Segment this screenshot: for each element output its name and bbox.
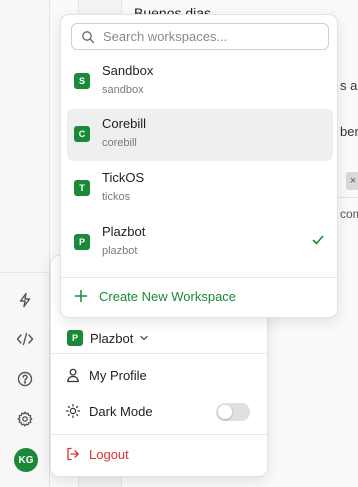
settings-icon[interactable] [15,409,35,429]
plus-icon [74,289,88,303]
workspace-item-plazbot[interactable]: P Plazbot plazbot [67,217,333,269]
create-workspace-label: Create New Workspace [99,288,237,304]
workspace-slug: corebill [102,137,137,149]
divider [51,434,267,435]
workspace-switcher[interactable]: P Plazbot [67,329,149,347]
toggle-knob [218,405,232,419]
dark-mode-item[interactable]: Dark Mode [65,401,153,421]
workspace-name: Plazbot [102,224,146,239]
logout-item[interactable]: Logout [65,444,129,464]
divider [51,353,267,354]
close-icon[interactable]: × [346,172,358,190]
divider [61,277,337,278]
workspace-badge: S [74,73,90,89]
user-icon [67,368,79,383]
workspace-switcher-label: Plazbot [90,330,134,346]
workspace-slug: tickos [102,191,131,203]
sun-icon [65,403,81,419]
workspace-badge: P [67,330,83,346]
create-workspace-button[interactable]: Create New Workspace [73,286,236,306]
sidebar-rail: KG [0,0,50,487]
search-icon [82,30,95,43]
workspace-badge: T [74,180,90,196]
workspace-search[interactable] [71,23,329,50]
workspace-badge: P [74,234,90,250]
logout-icon [67,447,79,461]
workspace-item-corebill[interactable]: C Corebill corebill [67,109,333,161]
lightning-icon[interactable] [15,290,35,310]
help-icon[interactable] [15,369,35,389]
workspace-item-tickos[interactable]: T TickOS tickos [67,163,333,215]
workspace-name: Corebill [102,116,147,131]
dark-mode-toggle[interactable] [216,403,250,421]
app-screen: Buenos dias s a ber × com KG P Plazbot M… [0,0,358,487]
workspace-slug: plazbot [102,245,138,257]
code-icon[interactable] [15,329,35,349]
background-text-fragment: s a [340,78,358,93]
avatar[interactable]: KG [14,448,38,472]
workspace-item-sandbox[interactable]: S Sandbox sandbox [67,56,333,108]
my-profile-label: My Profile [89,367,147,383]
background-text-fragment: com [340,207,358,221]
divider [338,197,358,198]
chevron-down-icon [140,335,149,341]
search-input[interactable] [103,29,313,44]
my-profile-item[interactable]: My Profile [65,365,147,385]
workspace-slug: sandbox [102,84,144,96]
workspace-badge: C [74,126,90,142]
divider [0,272,50,273]
dark-mode-label: Dark Mode [89,403,153,419]
logout-label: Logout [89,446,129,462]
check-icon [312,235,324,245]
background-text-fragment: ber [340,124,358,139]
workspace-name: Sandbox [102,63,154,78]
workspace-dropdown: S Sandbox sandbox C Corebill corebill T … [60,14,338,318]
workspace-name: TickOS [102,170,145,185]
